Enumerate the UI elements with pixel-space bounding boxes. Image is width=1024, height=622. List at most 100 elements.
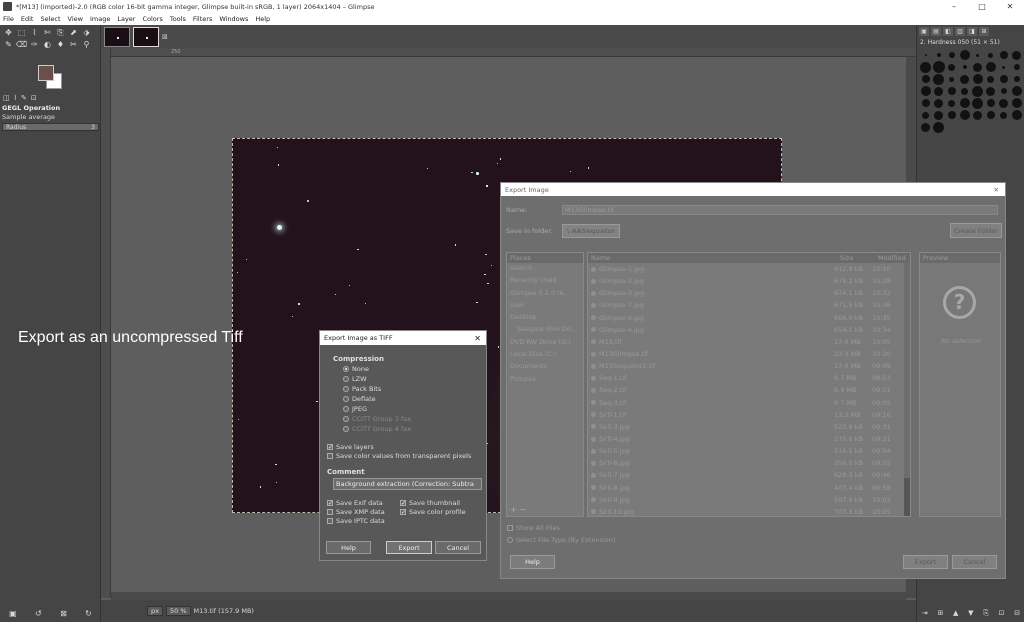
brush-preset[interactable] xyxy=(958,85,971,97)
brush-preset[interactable] xyxy=(1010,61,1023,73)
brush-preset[interactable] xyxy=(919,49,932,61)
brush-preset[interactable] xyxy=(945,109,958,121)
folder-path-button[interactable]: \ AASequator xyxy=(562,224,621,238)
delete-icon[interactable]: ⊟ xyxy=(1014,609,1020,618)
file-row[interactable]: Glimpse-6.jpg 666.0 kB 10:35 xyxy=(588,312,910,324)
tiff-export-button[interactable]: Export xyxy=(386,541,432,554)
brush-preset[interactable] xyxy=(945,73,958,85)
tiff-cancel-button[interactable]: Cancel xyxy=(435,541,481,554)
brush-preset[interactable] xyxy=(958,73,971,85)
brush-preset[interactable] xyxy=(958,97,971,109)
brush-preset[interactable] xyxy=(945,49,958,61)
help-button[interactable]: Help xyxy=(510,555,555,569)
save-xmp-checkbox[interactable]: Save XMP data xyxy=(327,508,385,516)
file-row[interactable]: M13Glimpse.tif 23.3 MB 10:20 xyxy=(588,348,910,360)
brush-preset[interactable] xyxy=(958,49,971,61)
comment-input[interactable]: Background extraction (Correction: Subtr… xyxy=(333,478,482,490)
create-folder-button[interactable]: Create Folder xyxy=(950,223,1002,238)
file-row[interactable]: Sirll-10.jpg 707.3 kB 10:05 xyxy=(588,506,910,516)
brush-preset[interactable] xyxy=(932,85,945,97)
places-item[interactable]: Documents xyxy=(507,361,583,373)
places-item[interactable]: Pictures xyxy=(507,374,583,386)
file-row[interactable]: Seq-3.tif 6.7 MB 09:05 xyxy=(588,397,910,409)
export-button[interactable]: Export xyxy=(903,555,948,569)
brush-preset[interactable] xyxy=(984,73,997,85)
file-row[interactable]: Sirll-6.jpg 356.0 kB 09:55 xyxy=(588,457,910,469)
brush-preset[interactable] xyxy=(919,109,932,121)
scissors-tool-icon[interactable]: ✂ xyxy=(67,39,80,51)
crop-tool-icon[interactable]: ✄ xyxy=(41,27,54,39)
brush-preset[interactable] xyxy=(984,61,997,73)
brush-preset[interactable] xyxy=(971,61,984,73)
close-icon[interactable]: ✕ xyxy=(474,334,481,343)
tiff-help-button[interactable]: Help xyxy=(326,541,371,554)
file-row[interactable]: Sirll-3.jpg 523.6 kB 09:31 xyxy=(588,421,910,433)
brush-preset[interactable] xyxy=(919,61,932,73)
brush-preset[interactable] xyxy=(997,97,1010,109)
unit-select[interactable]: px xyxy=(147,606,163,616)
image-tab-thumbnail[interactable] xyxy=(104,26,130,47)
images-tab-icon[interactable]: ⊡ xyxy=(31,94,37,102)
save-exif-checkbox[interactable]: ✓ Save Exif data xyxy=(327,499,383,507)
file-row[interactable]: Sirll-8.jpg 407.4 kB 09:58 xyxy=(588,482,910,494)
brush-preset[interactable] xyxy=(932,97,945,109)
file-row[interactable]: Sirll-9.jpg 507.6 kB 10:03 xyxy=(588,494,910,506)
lasso-tool-icon[interactable]: ⌇ xyxy=(28,27,41,39)
tool-options-tab-icon[interactable]: ◫ xyxy=(3,94,10,102)
brush-preset[interactable] xyxy=(1010,109,1023,121)
brush-preset[interactable] xyxy=(997,85,1010,97)
brush-preset[interactable] xyxy=(971,73,984,85)
filename-input[interactable]: M13Glimpse.tif xyxy=(562,205,998,215)
file-row[interactable]: Sirll-1.tif 13.3 MB 09:16 xyxy=(588,409,910,421)
menu-windows[interactable]: Windows xyxy=(219,15,248,23)
brush-preset[interactable] xyxy=(1010,97,1023,109)
brush-preset[interactable] xyxy=(997,109,1010,121)
close-tab-icon[interactable]: ⊠ xyxy=(162,33,168,41)
compression-radio[interactable]: Deflate xyxy=(343,395,376,403)
menu-file[interactable]: File xyxy=(3,15,14,23)
fonts-tab-icon[interactable]: ▥ xyxy=(955,27,965,36)
menu-filters[interactable]: Filters xyxy=(193,15,212,23)
brush-preset[interactable] xyxy=(984,49,997,61)
brush-preset[interactable] xyxy=(958,61,971,73)
clone-tool-icon[interactable]: ⎘ xyxy=(54,27,67,39)
brush-preset[interactable] xyxy=(958,109,971,121)
places-item[interactable]: Desktop xyxy=(507,312,583,324)
file-row[interactable]: Glimpse-1.jpg 612.8 kB 10:10 xyxy=(588,263,910,275)
save-layers-checkbox[interactable]: ✓ Save layers xyxy=(327,443,374,451)
menu-help[interactable]: Help xyxy=(255,15,270,23)
brush-preset[interactable] xyxy=(984,109,997,121)
file-list-scrollbar[interactable] xyxy=(904,263,910,516)
brush-preset[interactable] xyxy=(984,85,997,97)
maximize-button[interactable]: □ xyxy=(968,2,996,11)
brush-preset[interactable] xyxy=(945,61,958,73)
column-modified[interactable]: Modified xyxy=(878,253,906,263)
rect-select-tool-icon[interactable]: ⬚ xyxy=(15,27,28,39)
brush-preset[interactable] xyxy=(945,85,958,97)
file-row[interactable]: Glimpse-2.jpg 678.2 kB 10:28 xyxy=(588,275,910,287)
places-item[interactable]: Recently Used xyxy=(507,275,583,287)
places-item[interactable]: Seagate Slim Dri... xyxy=(507,324,583,336)
dodge-tool-icon[interactable]: ◐ xyxy=(41,39,54,51)
anchor-icon[interactable]: ⊡ xyxy=(999,609,1005,618)
places-item[interactable]: Search xyxy=(507,263,583,275)
brush-preset[interactable] xyxy=(971,109,984,121)
radius-slider[interactable]: Radius 3 xyxy=(2,123,99,131)
file-row[interactable]: Glimpse.4.jpg 654.1 kB 10:34 xyxy=(588,324,910,336)
color-swatches[interactable] xyxy=(38,65,64,91)
brush-preset[interactable] xyxy=(1010,85,1023,97)
image-tab-thumbnail-active[interactable] xyxy=(133,26,159,47)
brush-preset[interactable] xyxy=(945,97,958,109)
configure-tab-icon[interactable]: ⊞ xyxy=(979,27,989,36)
menu-image[interactable]: Image xyxy=(90,15,110,23)
column-size[interactable]: Size xyxy=(840,253,878,263)
compression-radio[interactable]: JPEG xyxy=(343,405,367,413)
duplicate-icon[interactable]: ⎘ xyxy=(983,609,989,618)
zoom-select[interactable]: 50 % xyxy=(165,606,191,616)
brush-preset[interactable] xyxy=(1010,73,1023,85)
compression-radio[interactable]: Pack Bits xyxy=(343,385,381,393)
add-remove-bookmark[interactable]: + − xyxy=(510,505,526,514)
brush-preset[interactable] xyxy=(932,73,945,85)
brush-preset[interactable] xyxy=(919,121,932,133)
save-preset-icon[interactable]: ▣ xyxy=(9,609,17,618)
